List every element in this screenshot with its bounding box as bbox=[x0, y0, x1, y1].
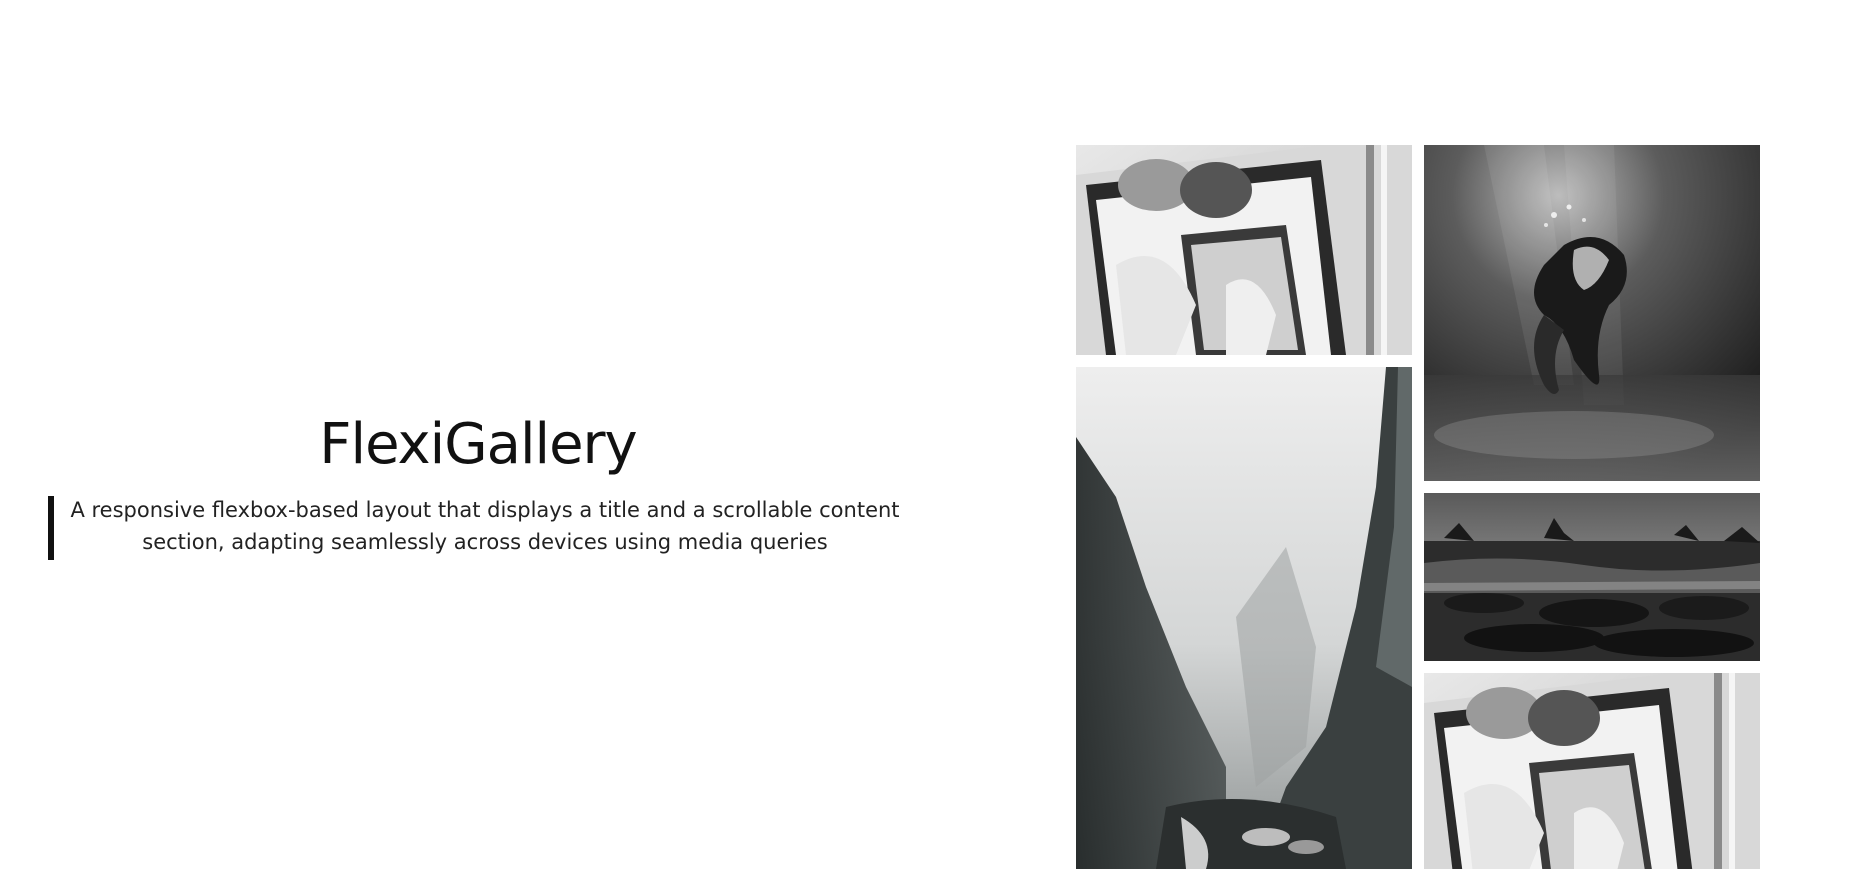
couple-car-photo bbox=[1076, 145, 1412, 355]
gallery-image-misty-canyon[interactable] bbox=[1076, 367, 1412, 869]
gallery-image-underwater[interactable] bbox=[1424, 145, 1760, 481]
gallery-image-rocky-shore[interactable] bbox=[1424, 493, 1760, 661]
intro-section: FlexiGallery A responsive flexbox-based … bbox=[48, 410, 908, 560]
gallery[interactable] bbox=[1076, 145, 1760, 869]
description-accent-bar bbox=[48, 496, 54, 560]
page-description: A responsive flexbox-based layout that d… bbox=[70, 498, 900, 554]
gallery-image-couple-car[interactable] bbox=[1076, 145, 1412, 355]
gallery-image-couple-car-2[interactable] bbox=[1424, 673, 1760, 869]
underwater-photo bbox=[1424, 145, 1760, 481]
couple-car-photo-2 bbox=[1424, 673, 1760, 869]
misty-canyon-photo bbox=[1076, 367, 1412, 869]
page-title: FlexiGallery bbox=[319, 412, 637, 477]
rocky-shore-photo bbox=[1424, 493, 1760, 661]
page: FlexiGallery A responsive flexbox-based … bbox=[0, 0, 1872, 869]
description-block: A responsive flexbox-based layout that d… bbox=[48, 494, 908, 560]
